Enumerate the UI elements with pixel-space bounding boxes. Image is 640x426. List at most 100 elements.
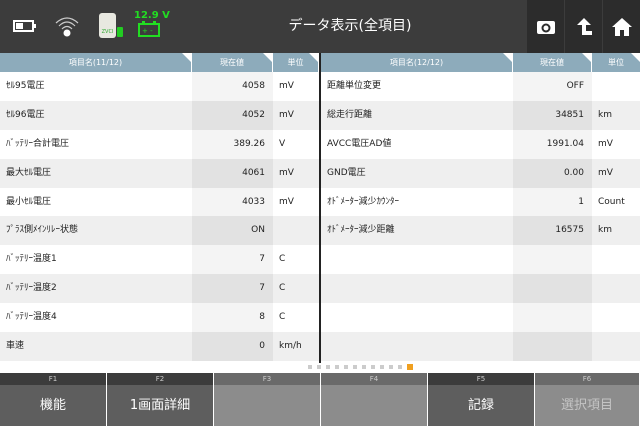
table-row[interactable]: ﾊﾞｯﾃﾘｰ合計電圧 389.26 V	[0, 129, 319, 159]
function-key-f1[interactable]: F1 機能	[0, 373, 107, 426]
function-key-f6[interactable]: F6 選択項目	[535, 373, 640, 426]
camera-icon	[536, 20, 555, 34]
cell-unit: mV	[279, 196, 294, 207]
table-row[interactable]: AVCC電圧AD値 1991.04 mV	[321, 129, 640, 159]
cell-unit: mV	[279, 81, 294, 91]
cell-value: 1	[513, 187, 592, 217]
table-row[interactable]: ﾊﾞｯﾃﾘｰ温度1 7 C	[0, 245, 319, 275]
cell-value: 389.26	[192, 129, 273, 159]
cell-value: 7	[192, 274, 273, 304]
cell-value: 7	[192, 245, 273, 275]
cell-name	[321, 245, 513, 274]
cell-name: AVCC電圧AD値	[327, 138, 392, 149]
table-row[interactable]: 総走行距離 34851 km	[321, 100, 640, 130]
home-button[interactable]	[603, 0, 640, 53]
page-dot[interactable]	[388, 365, 393, 369]
function-key-button-text	[214, 385, 320, 426]
table-row[interactable]: 車速 0 km/h	[0, 332, 319, 361]
upload-button[interactable]	[565, 0, 602, 53]
cell-value	[513, 303, 592, 333]
cell-unit: mV	[598, 167, 613, 178]
top-bar: ZVCI 12.9 V + - データ表示(全項目)	[0, 0, 640, 53]
cell-name: ﾌﾟﾗｽ側ﾒｲﾝﾘﾚｰ状態	[6, 225, 79, 236]
table-row[interactable]: ｵﾄﾞﾒｰﾀｰ減少距離 16575 km	[321, 216, 640, 246]
function-key-label: F3	[214, 373, 320, 385]
function-key-button-text: 記録	[428, 385, 534, 426]
function-key-f2[interactable]: F2 1画面詳細	[107, 373, 214, 426]
upload-icon	[576, 17, 592, 35]
cell-unit: C	[279, 283, 286, 294]
table-divider	[319, 53, 321, 363]
cell-unit: mV	[279, 109, 294, 120]
table-row[interactable]	[321, 332, 640, 361]
table-row[interactable]: ﾊﾞｯﾃﾘｰ温度2 7 C	[0, 274, 319, 304]
table-row[interactable]	[321, 274, 640, 304]
cell-value: 34851	[513, 100, 592, 130]
cell-name	[321, 274, 513, 303]
cell-value	[513, 274, 592, 304]
cell-unit: km	[598, 109, 612, 120]
page-dot[interactable]	[316, 365, 321, 369]
page-dot[interactable]	[343, 365, 348, 369]
cell-unit: V	[279, 138, 286, 149]
function-key-f3[interactable]: F3	[214, 373, 321, 426]
cell-name: ｾﾙ95電圧	[6, 81, 45, 91]
camera-button[interactable]	[527, 0, 564, 53]
page-dot[interactable]	[406, 364, 413, 370]
cell-name: ﾊﾞｯﾃﾘｰ温度1	[6, 254, 57, 265]
table-header: 項目名(12/12) 現在値 単位	[321, 53, 640, 72]
column-header-name[interactable]: 項目名(11/12)	[0, 53, 192, 72]
page-indicator	[0, 364, 640, 371]
cell-name: ﾊﾞｯﾃﾘｰ合計電圧	[6, 138, 70, 149]
page-dot[interactable]	[370, 365, 375, 369]
cell-unit: C	[279, 254, 286, 265]
cell-name: ｾﾙ96電圧	[6, 109, 45, 120]
table-row[interactable]: ﾊﾞｯﾃﾘｰ温度4 8 C	[0, 303, 319, 333]
function-key-button-text: 1画面詳細	[107, 385, 213, 426]
table-row[interactable]: ｾﾙ96電圧 4052 mV	[0, 100, 319, 130]
function-key-f4[interactable]: F4	[321, 373, 428, 426]
page-dot[interactable]	[307, 365, 312, 369]
zvci-icon: ZVCI	[99, 13, 116, 38]
cell-unit: C	[279, 312, 286, 323]
cell-value: OFF	[513, 72, 592, 101]
column-header-unit[interactable]: 単位	[273, 53, 319, 72]
cell-unit	[592, 245, 640, 274]
cell-value: 0.00	[513, 158, 592, 188]
cell-value	[513, 332, 592, 361]
function-key-button-text	[321, 385, 427, 426]
function-key-label: F5	[428, 373, 534, 385]
table-row[interactable]: 最大ｾﾙ電圧 4061 mV	[0, 158, 319, 188]
left-data-table: 項目名(11/12) 現在値 単位 ｾﾙ95電圧 4058 mV ｾﾙ96電圧 4052…	[0, 53, 319, 361]
column-header-name[interactable]: 項目名(12/12)	[321, 53, 513, 72]
function-key-f5[interactable]: F5 記録	[428, 373, 535, 426]
cell-name: 最大ｾﾙ電圧	[6, 167, 52, 178]
table-row[interactable]: 最小ｾﾙ電圧 4033 mV	[0, 187, 319, 217]
column-header-value[interactable]: 現在値	[192, 53, 273, 72]
table-row[interactable]: ｵﾄﾞﾒｰﾀｰ減少ｶｳﾝﾀｰ 1 Count	[321, 187, 640, 217]
page-dot[interactable]	[397, 365, 402, 369]
page-dot[interactable]	[352, 365, 357, 369]
column-header-value[interactable]: 現在値	[513, 53, 592, 72]
table-row[interactable]: ｾﾙ95電圧 4058 mV	[0, 72, 319, 101]
table-row[interactable]	[321, 245, 640, 275]
table-row[interactable]	[321, 303, 640, 333]
page-dot[interactable]	[325, 365, 330, 369]
function-key-button-text: 機能	[0, 385, 106, 426]
battery-icon	[13, 20, 36, 32]
cell-value: 4033	[192, 187, 273, 217]
function-key-button-text: 選択項目	[535, 385, 639, 426]
table-row[interactable]: ﾌﾟﾗｽ側ﾒｲﾝﾘﾚｰ状態 ON	[0, 216, 319, 246]
table-row[interactable]: 距離単位変更 OFF	[321, 72, 640, 101]
cell-name	[321, 303, 513, 332]
page-dot[interactable]	[379, 365, 384, 369]
cell-unit	[273, 216, 319, 245]
page-dot[interactable]	[361, 365, 366, 369]
page-dot[interactable]	[334, 365, 339, 369]
table-row[interactable]: GND電圧 0.00 mV	[321, 158, 640, 188]
cell-name: ｵﾄﾞﾒｰﾀｰ減少距離	[327, 225, 395, 236]
page-title: データ表示(全項目)	[288, 18, 412, 34]
svg-text:+ -: + -	[142, 27, 153, 35]
wifi-icon	[55, 17, 79, 37]
column-header-unit[interactable]: 単位	[592, 53, 640, 72]
